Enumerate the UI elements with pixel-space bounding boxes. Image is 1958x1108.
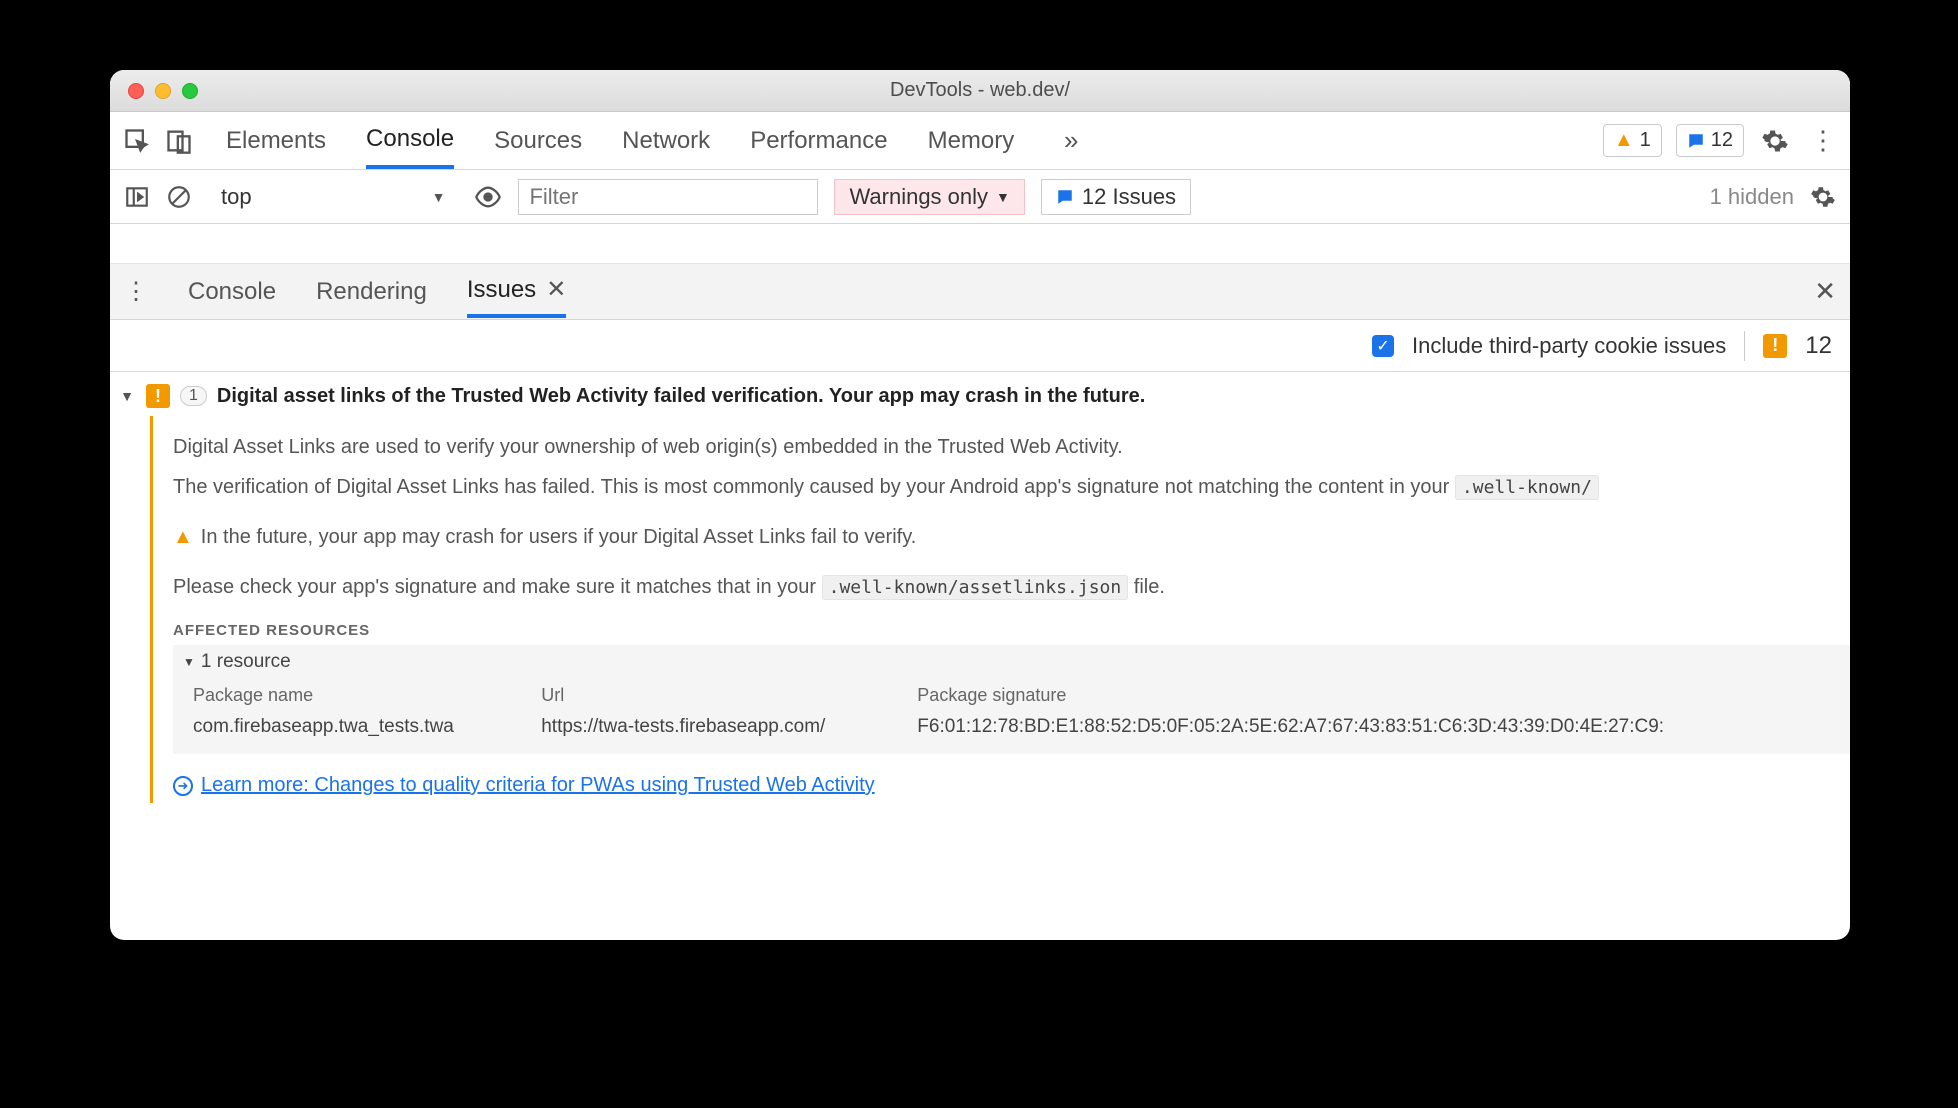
tab-memory[interactable]: Memory (928, 115, 1015, 167)
drawer-tab-issues[interactable]: Issues ✕ (467, 265, 566, 318)
table-row: com.firebaseapp.twa_tests.twa https://tw… (185, 712, 1838, 742)
affected-resources-heading: AFFECTED RESOURCES (173, 622, 1850, 639)
issues-warning-icon: ! (1763, 334, 1787, 358)
tab-elements[interactable]: Elements (226, 115, 326, 167)
table-header-row: Package name Url Package signature (185, 681, 1838, 710)
chevron-down-icon: ▼ (432, 189, 446, 205)
drawer-tab-bar: ⋮ Console Rendering Issues ✕ ✕ (110, 264, 1850, 320)
issue-text: file. (1134, 576, 1165, 598)
cell-package: com.firebaseapp.twa_tests.twa (185, 712, 531, 742)
filter-input[interactable] (518, 179, 818, 215)
clear-console-icon[interactable] (166, 184, 192, 210)
disclosure-triangle-icon[interactable]: ▼ (118, 388, 136, 404)
toggle-sidebar-icon[interactable] (124, 184, 150, 210)
issue-text: The verification of Digital Asset Links … (173, 476, 1455, 498)
code-snippet: .well-known/ (1455, 475, 1599, 500)
drawer-menu-icon[interactable]: ⋮ (124, 277, 148, 306)
warnings-badge[interactable]: ▲ 1 (1603, 124, 1662, 157)
messages-badge[interactable]: 12 (1676, 124, 1744, 157)
window-minimize-button[interactable] (155, 83, 171, 99)
drawer-tab-console[interactable]: Console (188, 268, 276, 316)
select-element-icon[interactable] (120, 124, 154, 158)
open-issues-button[interactable]: 12 Issues (1041, 179, 1191, 215)
divider (1744, 331, 1745, 361)
close-tab-icon[interactable]: ✕ (546, 275, 566, 304)
include-third-party-label: Include third-party cookie issues (1412, 333, 1726, 359)
external-link-icon: ➜ (173, 776, 193, 796)
tab-network[interactable]: Network (622, 115, 710, 167)
issue-paragraph: Digital Asset Links are used to verify y… (173, 432, 1850, 462)
include-third-party-checkbox[interactable]: ✓ (1372, 335, 1394, 357)
drawer-tab-rendering[interactable]: Rendering (316, 268, 427, 316)
issue-paragraph: The verification of Digital Asset Links … (173, 472, 1850, 502)
console-filter-bar: top ▼ Warnings only ▼ 12 Issues 1 hidden (110, 170, 1850, 224)
message-icon (1687, 132, 1705, 150)
main-tab-bar: Elements Console Sources Network Perform… (110, 112, 1850, 170)
window-maximize-button[interactable] (182, 83, 198, 99)
window-close-button[interactable] (128, 83, 144, 99)
issue-title: Digital asset links of the Trusted Web A… (217, 385, 1145, 408)
issue-warning-icon: ! (146, 384, 170, 408)
issue-text: Please check your app's signature and ma… (173, 576, 822, 598)
code-snippet: .well-known/assetlinks.json (822, 575, 1129, 600)
issues-list: ▼ ! 1 Digital asset links of the Trusted… (110, 372, 1850, 940)
issue-paragraph: Please check your app's signature and ma… (173, 572, 1850, 602)
message-icon (1056, 188, 1074, 206)
main-tab-right: ▲ 1 12 ⋮ (1603, 124, 1840, 158)
disclosure-triangle-icon[interactable]: ▼ (183, 655, 195, 669)
learn-more-row: ➜ Learn more: Changes to quality criteri… (173, 774, 1850, 797)
issue-details: Digital Asset Links are used to verify y… (150, 416, 1850, 803)
traffic-lights (110, 83, 198, 99)
tab-sources[interactable]: Sources (494, 115, 582, 167)
log-level-value: Warnings only (849, 184, 988, 210)
issues-toolbar: ✓ Include third-party cookie issues ! 12 (110, 320, 1850, 372)
console-blank-area (110, 224, 1850, 264)
resource-table: Package name Url Package signature com.f… (183, 679, 1840, 744)
context-value: top (221, 184, 252, 210)
resource-summary[interactable]: ▼ 1 resource (183, 651, 1840, 673)
col-url: Url (533, 681, 907, 710)
issues-total-count: 12 (1805, 332, 1832, 360)
warning-icon: ▲ (173, 522, 193, 552)
device-toolbar-icon[interactable] (162, 124, 196, 158)
window-title: DevTools - web.dev/ (110, 79, 1850, 102)
drawer-close-icon[interactable]: ✕ (1814, 276, 1836, 307)
devtools-window: DevTools - web.dev/ Elements Console Sou… (110, 70, 1850, 940)
col-package-name: Package name (185, 681, 531, 710)
titlebar: DevTools - web.dev/ (110, 70, 1850, 112)
messages-count: 12 (1711, 129, 1733, 152)
drawer-tab-issues-label: Issues (467, 276, 536, 304)
warnings-count: 1 (1640, 129, 1651, 152)
hidden-count: 1 hidden (1710, 184, 1794, 210)
main-tab-list: Elements Console Sources Network Perform… (226, 113, 1088, 169)
affected-resources-block: ▼ 1 resource Package name Url Package si… (173, 645, 1850, 754)
issues-button-label: 12 Issues (1082, 184, 1176, 210)
more-tabs-icon[interactable]: » (1054, 124, 1088, 158)
issue-row[interactable]: ▼ ! 1 Digital asset links of the Trusted… (110, 380, 1850, 416)
issue-warning-line: ▲ In the future, your app may crash for … (173, 522, 916, 552)
live-expression-icon[interactable] (474, 183, 502, 211)
tab-console[interactable]: Console (366, 113, 454, 169)
context-select[interactable]: top ▼ (208, 179, 458, 215)
warning-icon: ▲ (1614, 129, 1634, 152)
issue-text: In the future, your app may crash for us… (201, 522, 917, 552)
console-settings-icon[interactable] (1810, 184, 1836, 210)
col-package-signature: Package signature (909, 681, 1838, 710)
settings-icon[interactable] (1758, 124, 1792, 158)
log-level-select[interactable]: Warnings only ▼ (834, 179, 1024, 215)
resource-summary-text: 1 resource (201, 651, 291, 673)
issue-occurrence-count: 1 (180, 386, 207, 406)
chevron-down-icon: ▼ (996, 189, 1010, 205)
learn-more-link[interactable]: Learn more: Changes to quality criteria … (201, 774, 875, 797)
cell-url: https://twa-tests.firebaseapp.com/ (533, 712, 907, 742)
tab-performance[interactable]: Performance (750, 115, 887, 167)
cell-signature: F6:01:12:78:BD:E1:88:52:D5:0F:05:2A:5E:6… (909, 712, 1838, 742)
kebab-menu-icon[interactable]: ⋮ (1806, 124, 1840, 158)
